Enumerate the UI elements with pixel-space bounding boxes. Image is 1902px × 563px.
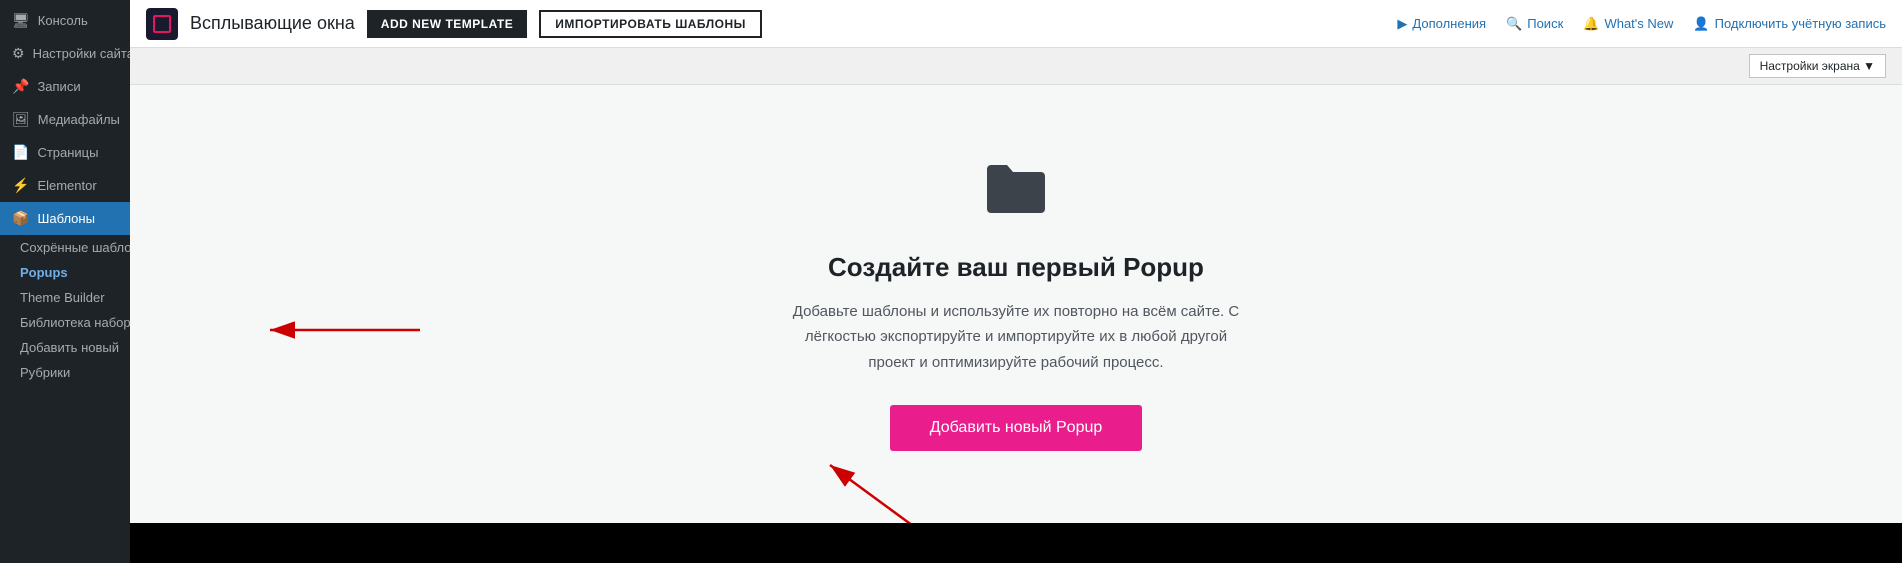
sidebar-item-media[interactable]: 🖼 Медиафайлы [0, 103, 130, 136]
bell-icon: 🔔 [1583, 16, 1599, 32]
media-icon: 🖼 [12, 111, 30, 128]
empty-state: Создайте ваш первый Popup Добавьте шабло… [766, 117, 1266, 492]
elementor-icon: ⚡ [12, 177, 29, 194]
shablony-icon: 📦 [12, 210, 29, 227]
page-title: Всплывающие окна [190, 13, 355, 34]
sidebar-sub-popups[interactable]: Popups [0, 260, 130, 285]
sidebar: 🖥 Консоль ⚙ Настройки сайта 📌 Записи 🖼 М… [0, 0, 130, 563]
topbar: Всплывающие окна ADD NEW TEMPLATE ИМПОРТ… [130, 0, 1902, 48]
nastroyki-icon: ⚙ [12, 45, 25, 62]
pages-icon: 📄 [12, 144, 29, 161]
screen-settings-button[interactable]: Настройки экрана ▼ [1749, 54, 1886, 78]
add-popup-button[interactable]: Добавить новый Popup [890, 405, 1143, 451]
import-templates-button[interactable]: ИМПОРТИРОВАТЬ ШАБЛОНЫ [539, 10, 762, 38]
sidebar-item-pages[interactable]: 📄 Страницы [0, 136, 130, 169]
dopolneniya-icon: ▶ [1397, 16, 1407, 32]
elementor-icon-inner [153, 15, 171, 33]
elementor-logo [146, 8, 178, 40]
empty-state-title: Создайте ваш первый Popup [786, 252, 1246, 283]
whats-new-link[interactable]: 🔔 What's New [1583, 16, 1673, 32]
sidebar-sub-theme-builder[interactable]: Theme Builder [0, 285, 130, 310]
connect-link[interactable]: 👤 Подключить учётную запись [1693, 16, 1886, 32]
bottom-bar [130, 523, 1902, 563]
empty-state-description: Добавьте шаблоны и используйте их повтор… [786, 299, 1246, 376]
sidebar-sub-library[interactable]: Библиотека наборов [0, 310, 130, 335]
sidebar-sub-add[interactable]: Добавить новый [0, 335, 130, 360]
main-area: Всплывающие окна ADD NEW TEMPLATE ИМПОРТ… [130, 0, 1902, 563]
user-icon: 👤 [1693, 16, 1709, 32]
topbar-right: ▶ Дополнения 🔍 Поиск 🔔 What's New 👤 Подк… [1397, 16, 1886, 32]
content-area: Создайте ваш первый Popup Добавьте шабло… [130, 85, 1902, 523]
sidebar-item-shablony[interactable]: 📦 Шаблоны [0, 202, 130, 235]
topbar-left: Всплывающие окна ADD NEW TEMPLATE ИМПОРТ… [146, 8, 1397, 40]
sidebar-item-zapisi[interactable]: 📌 Записи [0, 70, 130, 103]
screen-settings-bar: Настройки экрана ▼ [130, 48, 1902, 85]
sidebar-sub-saved[interactable]: Сохрённые шаблоны [0, 235, 130, 260]
sidebar-submenu: Сохрённые шаблоны Popups Theme Builder Б… [0, 235, 130, 385]
sidebar-item-elementor[interactable]: ⚡ Elementor [0, 169, 130, 202]
sidebar-item-nastroyki[interactable]: ⚙ Настройки сайта [0, 37, 130, 70]
add-template-button[interactable]: ADD NEW TEMPLATE [367, 10, 527, 38]
folder-icon [786, 157, 1246, 232]
sidebar-sub-rubrics[interactable]: Рубрики [0, 360, 130, 385]
sidebar-item-konsol[interactable]: 🖥 Консоль [0, 4, 130, 37]
dopolneniya-link[interactable]: ▶ Дополнения [1397, 16, 1486, 32]
konsol-icon: 🖥 [12, 12, 30, 29]
search-icon: 🔍 [1506, 16, 1522, 32]
zapisi-icon: 📌 [12, 78, 29, 95]
search-link[interactable]: 🔍 Поиск [1506, 16, 1563, 32]
